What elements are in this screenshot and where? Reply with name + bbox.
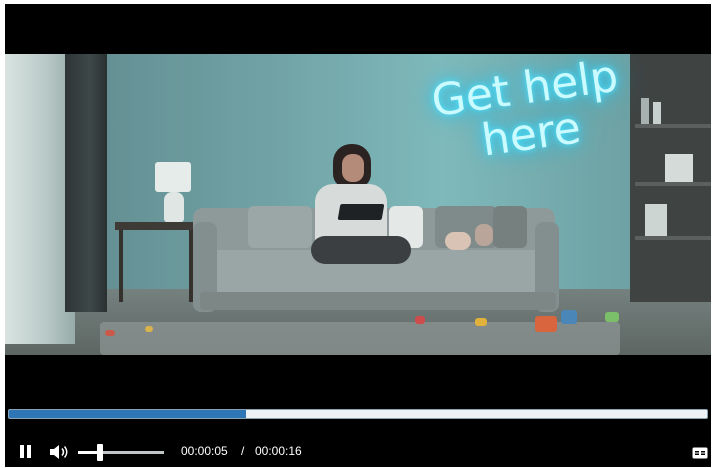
scene-person-legs bbox=[311, 236, 411, 264]
scene-tablet bbox=[337, 204, 385, 220]
scene-table-leg bbox=[119, 230, 123, 302]
scene-toy bbox=[605, 312, 619, 322]
volume-slider[interactable] bbox=[78, 444, 164, 461]
seek-bar[interactable] bbox=[8, 409, 708, 419]
scene-shelf bbox=[635, 124, 711, 128]
scene-book bbox=[653, 102, 661, 124]
scene-plush-toy bbox=[475, 224, 493, 246]
scene-sofa-base bbox=[200, 292, 556, 310]
volume-button[interactable] bbox=[49, 444, 69, 460]
time-separator: / bbox=[241, 444, 245, 458]
scene-frame bbox=[645, 204, 667, 236]
volume-icon bbox=[50, 445, 68, 459]
scene-toy bbox=[105, 330, 115, 336]
seek-bar-played bbox=[9, 410, 247, 418]
scene-toy bbox=[415, 316, 425, 324]
scene-lamp-shade bbox=[155, 162, 191, 192]
scene-plush-toy bbox=[445, 232, 471, 250]
scene-toy bbox=[475, 318, 487, 326]
scene-shelf bbox=[635, 182, 711, 186]
video-player: Get help here 00:00:05 / 00:00:16 bbox=[5, 4, 711, 467]
scene-side-table bbox=[115, 222, 195, 230]
current-time: 00:00:05 bbox=[181, 444, 228, 458]
pause-button[interactable] bbox=[19, 445, 33, 459]
duration: 00:00:16 bbox=[255, 444, 302, 458]
scene-person-face bbox=[342, 154, 364, 182]
scene-toy bbox=[561, 310, 577, 324]
scene-lamp-base bbox=[164, 192, 184, 222]
scene-toy bbox=[535, 316, 557, 332]
scene-book bbox=[641, 98, 649, 124]
volume-slider-handle[interactable] bbox=[96, 444, 103, 461]
scene-dark-curtain bbox=[65, 54, 107, 312]
scene-frame bbox=[665, 154, 693, 182]
scene-pillow bbox=[248, 206, 312, 248]
scene-toy bbox=[145, 326, 153, 332]
pause-icon bbox=[20, 445, 24, 458]
closed-captions-icon bbox=[692, 447, 708, 459]
scene-pillow bbox=[493, 206, 527, 248]
scene-shelf bbox=[635, 236, 711, 240]
control-bar: 00:00:05 / 00:00:16 bbox=[5, 422, 711, 467]
captions-button[interactable] bbox=[692, 446, 708, 459]
video-frame[interactable]: Get help here bbox=[5, 54, 711, 355]
